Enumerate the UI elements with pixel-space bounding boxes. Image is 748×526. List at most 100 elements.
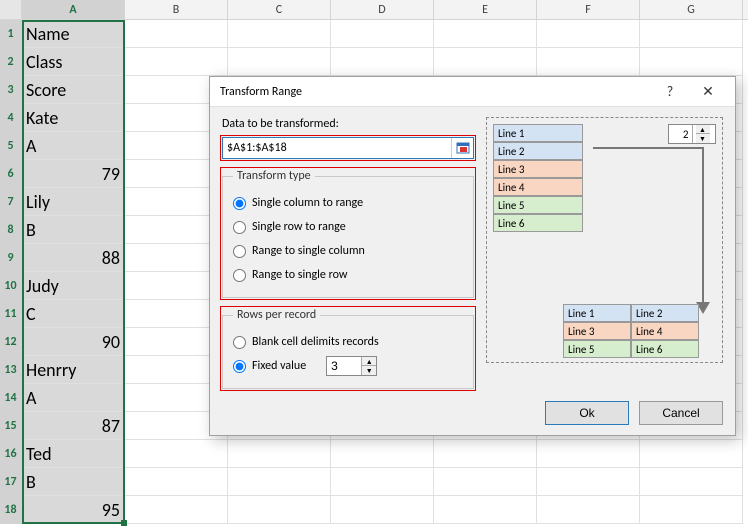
cell-A12[interactable]: 90 — [22, 328, 125, 356]
close-button[interactable]: ✕ — [689, 83, 727, 100]
cell-D18[interactable] — [331, 496, 434, 524]
radio-range-to-single-column[interactable]: Range to single column — [233, 239, 463, 263]
cell-C16[interactable] — [228, 440, 331, 468]
cell-A5[interactable]: A — [22, 132, 125, 160]
radio-range-to-single-row[interactable]: Range to single row — [233, 263, 463, 287]
cell-E1[interactable] — [434, 20, 537, 48]
row-header-18[interactable]: 18 — [0, 496, 22, 524]
radio-blank-cell-delimits[interactable]: Blank cell delimits records — [233, 330, 463, 354]
row-header-5[interactable]: 5 — [0, 132, 22, 160]
cell-G1[interactable] — [640, 20, 743, 48]
row-header-8[interactable]: 8 — [0, 216, 22, 244]
column-header-E[interactable]: E — [434, 0, 537, 19]
cell-E17[interactable] — [434, 468, 537, 496]
cell-F1[interactable] — [537, 20, 640, 48]
cell-A11[interactable]: C — [22, 300, 125, 328]
cell-A4[interactable]: Kate — [22, 104, 125, 132]
row-header-16[interactable]: 16 — [0, 440, 22, 468]
fixed-value-input[interactable] — [327, 357, 361, 375]
cell-B2[interactable] — [125, 48, 228, 76]
cell-G16[interactable] — [640, 440, 743, 468]
row-header-11[interactable]: 11 — [0, 300, 22, 328]
radio-single-column-to-range[interactable]: Single column to range — [233, 191, 463, 215]
radio-input-single-column[interactable] — [233, 197, 246, 210]
radio-fixed-value[interactable]: Fixed value ▲▼ — [233, 354, 463, 378]
column-header-G[interactable]: G — [640, 0, 743, 19]
cell-C18[interactable] — [228, 496, 331, 524]
column-header-D[interactable]: D — [331, 0, 434, 19]
cell-E16[interactable] — [434, 440, 537, 468]
cell-E18[interactable] — [434, 496, 537, 524]
cell-F2[interactable] — [537, 48, 640, 76]
fixed-value-stepper[interactable]: ▲▼ — [326, 356, 377, 376]
preview-dst-line3: Line 3 — [563, 322, 631, 340]
radio-input-fixed[interactable] — [233, 360, 246, 373]
cell-A3[interactable]: Score — [22, 76, 125, 104]
cell-F17[interactable] — [537, 468, 640, 496]
column-header-C[interactable]: C — [228, 0, 331, 19]
cell-B16[interactable] — [125, 440, 228, 468]
cell-A14[interactable]: A — [22, 384, 125, 412]
cell-A16[interactable]: Ted — [22, 440, 125, 468]
cell-A18[interactable]: 95 — [22, 496, 125, 524]
cell-D16[interactable] — [331, 440, 434, 468]
radio-input-range-col[interactable] — [233, 245, 246, 258]
row-header-2[interactable]: 2 — [0, 48, 22, 76]
cell-A15[interactable]: 87 — [22, 412, 125, 440]
row-header-10[interactable]: 10 — [0, 272, 22, 300]
cell-G2[interactable] — [640, 48, 743, 76]
radio-input-range-row[interactable] — [233, 269, 246, 282]
row-header-13[interactable]: 13 — [0, 356, 22, 384]
cell-A9[interactable]: 88 — [22, 244, 125, 272]
radio-input-blank[interactable] — [233, 336, 246, 349]
cell-B18[interactable] — [125, 496, 228, 524]
column-header-A[interactable]: A — [22, 0, 125, 19]
row-header-17[interactable]: 17 — [0, 468, 22, 496]
row-header-12[interactable]: 12 — [0, 328, 22, 356]
row-header-9[interactable]: 9 — [0, 244, 22, 272]
row-header-3[interactable]: 3 — [0, 76, 22, 104]
cell-A2[interactable]: Class — [22, 48, 125, 76]
cell-A1[interactable]: Name — [22, 20, 125, 48]
select-all-corner[interactable] — [0, 0, 22, 19]
row-header-7[interactable]: 7 — [0, 188, 22, 216]
cell-F16[interactable] — [537, 440, 640, 468]
help-button[interactable]: ? — [651, 83, 689, 100]
cancel-button[interactable]: Cancel — [639, 401, 723, 425]
cell-C17[interactable] — [228, 468, 331, 496]
preview-count-value: 2 — [669, 128, 692, 141]
column-header-F[interactable]: F — [537, 0, 640, 19]
cell-D2[interactable] — [331, 48, 434, 76]
range-input[interactable] — [223, 138, 451, 158]
range-picker-icon[interactable] — [451, 138, 473, 158]
ok-button[interactable]: Ok — [545, 401, 629, 425]
column-header-B[interactable]: B — [125, 0, 228, 19]
radio-single-row-to-range[interactable]: Single row to range — [233, 215, 463, 239]
preview-spin-icon[interactable]: ▲▼ — [692, 125, 716, 143]
cell-E2[interactable] — [434, 48, 537, 76]
row-header-4[interactable]: 4 — [0, 104, 22, 132]
cell-A13[interactable]: Henrry — [22, 356, 125, 384]
cell-B1[interactable] — [125, 20, 228, 48]
row-header-15[interactable]: 15 — [0, 412, 22, 440]
cell-A6[interactable]: 79 — [22, 160, 125, 188]
cell-G18[interactable] — [640, 496, 743, 524]
row-header-6[interactable]: 6 — [0, 160, 22, 188]
cell-A17[interactable]: B — [22, 468, 125, 496]
preview-count-stepper[interactable]: 2 ▲▼ — [668, 124, 716, 144]
cell-A8[interactable]: B — [22, 216, 125, 244]
dialog-titlebar[interactable]: Transform Range ? ✕ — [210, 77, 735, 107]
row-header-14[interactable]: 14 — [0, 384, 22, 412]
cell-C2[interactable] — [228, 48, 331, 76]
spin-buttons[interactable]: ▲▼ — [361, 357, 376, 375]
cell-F18[interactable] — [537, 496, 640, 524]
cell-D17[interactable] — [331, 468, 434, 496]
row-header-1[interactable]: 1 — [0, 20, 22, 48]
cell-G17[interactable] — [640, 468, 743, 496]
cell-A7[interactable]: Lily — [22, 188, 125, 216]
cell-B17[interactable] — [125, 468, 228, 496]
cell-C1[interactable] — [228, 20, 331, 48]
cell-D1[interactable] — [331, 20, 434, 48]
radio-input-single-row[interactable] — [233, 221, 246, 234]
cell-A10[interactable]: Judy — [22, 272, 125, 300]
